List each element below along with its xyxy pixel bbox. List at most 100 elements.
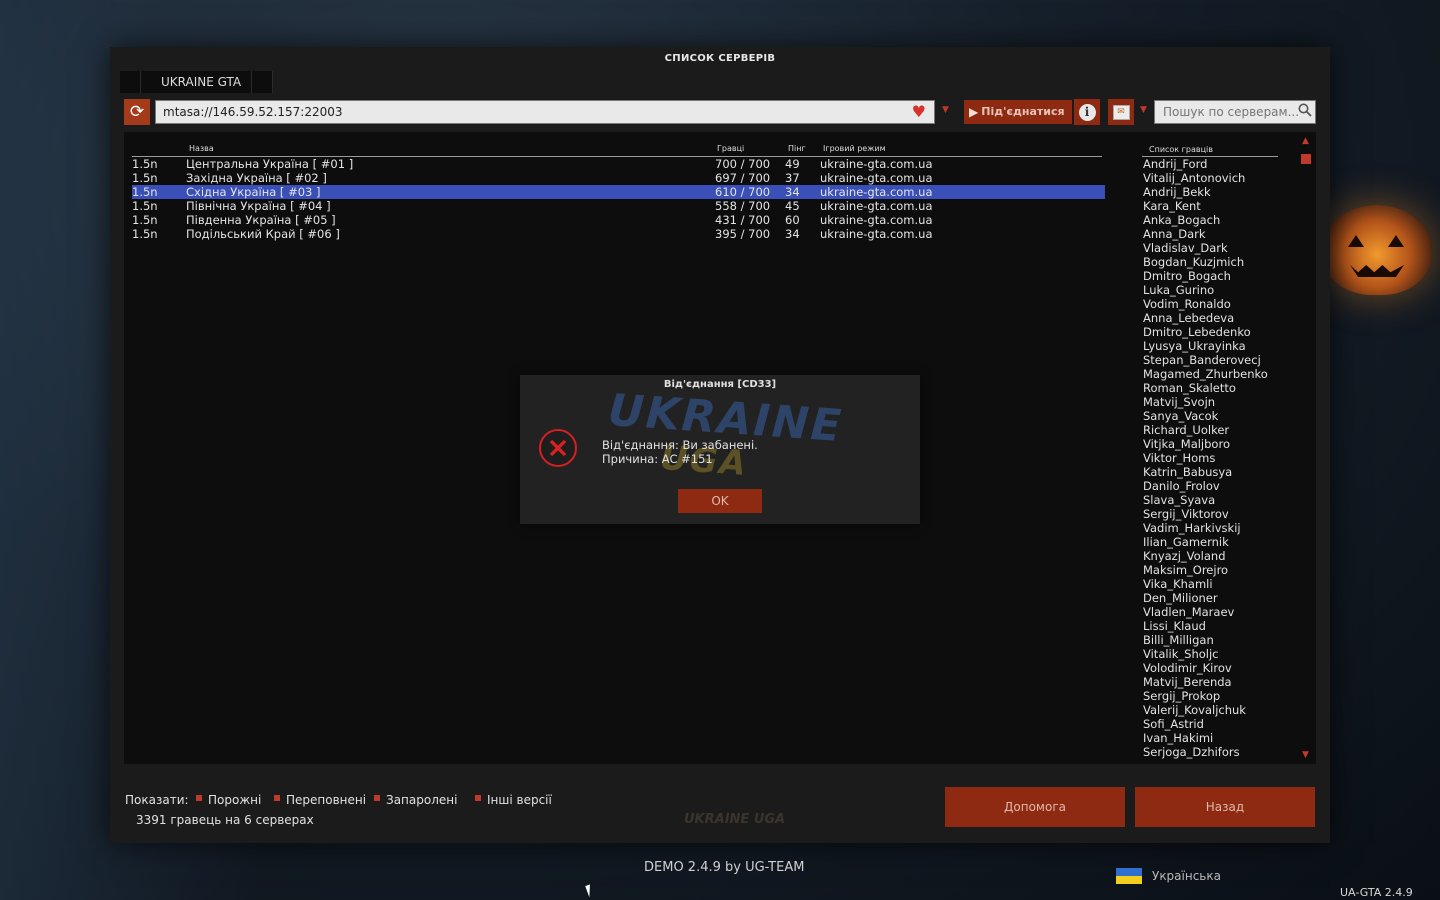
help-button[interactable]: Допомога	[945, 787, 1125, 827]
player-list-item[interactable]: Viktor_Homs	[1142, 451, 1278, 465]
column-header-players[interactable]: Гравці	[717, 144, 744, 153]
player-list-item[interactable]: Anna_Lebedeva	[1142, 311, 1278, 325]
back-button[interactable]: Назад	[1135, 787, 1315, 827]
server-name: Північна Україна [ #04 ]	[186, 199, 331, 213]
search-icon[interactable]	[1298, 103, 1312, 117]
player-list-item[interactable]: Magamed_Zhurbenko	[1142, 367, 1278, 381]
player-list-item[interactable]: Sofi_Astrid	[1142, 717, 1278, 731]
server-info-button[interactable]: i	[1074, 99, 1100, 125]
player-list-item[interactable]: Vladlen_Maraev	[1142, 605, 1278, 619]
player-list-item[interactable]: Ivan_Hakimi	[1142, 731, 1278, 745]
player-list-item[interactable]: Andrij_Ford	[1142, 157, 1278, 171]
error-icon	[539, 429, 577, 467]
player-list-item[interactable]: Volodimir_Kirov	[1142, 661, 1278, 675]
player-list-item[interactable]: Vadim_Harkivskij	[1142, 521, 1278, 535]
player-list-item[interactable]: Richard_Uolker	[1142, 423, 1278, 437]
filter-label: Порожні	[208, 793, 262, 807]
column-header-ping[interactable]: Пінг	[788, 144, 806, 153]
scroll-down-icon[interactable]: ▼	[1302, 750, 1309, 760]
server-row[interactable]: 1.5n Південна Україна [ #05 ] 431 / 700 …	[132, 213, 1105, 227]
server-row[interactable]: 1.5n Центральна Україна [ #01 ] 700 / 70…	[132, 157, 1105, 171]
player-list-item[interactable]: Vitjka_Maljboro	[1142, 437, 1278, 451]
server-version: 1.5n	[132, 213, 158, 227]
server-row[interactable]: 1.5n Західна Україна [ #02 ] 697 / 700 3…	[132, 171, 1105, 185]
player-list-item[interactable]: Slava_Syava	[1142, 493, 1278, 507]
server-rows: 1.5n Центральна Україна [ #01 ] 700 / 70…	[132, 157, 1105, 241]
server-row[interactable]: 1.5n Подільський Край [ #06 ] 395 / 700 …	[132, 227, 1105, 241]
player-list[interactable]: Andrij_Ford Vitalij_Antonovich Andrij_Bekk…	[1142, 157, 1278, 759]
player-list-item[interactable]: Anka_Bogach	[1142, 213, 1278, 227]
player-list-item[interactable]: Vitalij_Antonovich	[1142, 171, 1278, 185]
player-list-item[interactable]: Vladislav_Dark	[1142, 241, 1278, 255]
filter-empty[interactable]: Порожні	[196, 793, 261, 807]
player-list-item[interactable]: Knyazj_Voland	[1142, 549, 1278, 563]
ok-button[interactable]: OK	[678, 489, 762, 513]
scroll-thumb[interactable]	[1301, 154, 1311, 164]
player-list-scrollbar[interactable]: ▲ ▼	[1298, 132, 1316, 764]
player-list-item[interactable]: Danilo_Frolov	[1142, 479, 1278, 493]
player-list-item[interactable]: Maksim_Orejro	[1142, 563, 1278, 577]
filter-full[interactable]: Переповнені	[274, 793, 366, 807]
version-label: UA-GTA 2.4.9	[1340, 886, 1413, 899]
search-mode-dropdown-icon[interactable]: ▼	[1140, 105, 1147, 115]
language-selector[interactable]: Українська	[1116, 868, 1221, 884]
player-list-item[interactable]: Vika_Khamli	[1142, 577, 1278, 591]
player-list-item[interactable]: Andrij_Bekk	[1142, 185, 1278, 199]
server-gamemode: ukraine-gta.com.ua	[820, 171, 933, 185]
player-list-item[interactable]: Lissi_Klaud	[1142, 619, 1278, 633]
host-game-button[interactable]: ✉	[1108, 99, 1134, 125]
player-list-item[interactable]: Stepan_Banderovecj	[1142, 353, 1278, 367]
player-list-item[interactable]: Billi_Milligan	[1142, 633, 1278, 647]
connect-button[interactable]: ▶ Під'єднатися	[964, 100, 1072, 124]
player-list-item[interactable]: Matvij_Svojn	[1142, 395, 1278, 409]
server-ping: 37	[785, 171, 800, 185]
player-list-item[interactable]: Sanya_Vacok	[1142, 409, 1278, 423]
player-list-item[interactable]: Valerij_Kovaljchuk	[1142, 703, 1278, 717]
server-row[interactable]: 1.5n Північна Україна [ #04 ] 558 / 700 …	[132, 199, 1105, 213]
tab-ukraine-gta[interactable]: UKRAINE GTA	[141, 71, 253, 93]
filter-checkbox[interactable]	[475, 795, 481, 801]
server-row-selected[interactable]: 1.5n Східна Україна [ #03 ] 610 / 700 34…	[132, 185, 1105, 199]
scroll-up-icon[interactable]: ▲	[1302, 136, 1309, 146]
address-input[interactable]	[156, 101, 910, 123]
filter-locked[interactable]: Запаролені	[374, 793, 457, 807]
column-header-name[interactable]: Назва	[189, 144, 214, 153]
player-list-item[interactable]: Luka_Gurino	[1142, 283, 1278, 297]
tab-bar: UKRAINE GTA	[120, 71, 274, 93]
player-list-item[interactable]: Sergij_Viktorov	[1142, 507, 1278, 521]
column-header-gamemode[interactable]: Ігровий режим	[823, 144, 886, 153]
server-ping: 34	[785, 185, 800, 199]
player-list-item[interactable]: Kara_Kent	[1142, 199, 1278, 213]
server-players: 610 / 700	[715, 185, 771, 199]
filter-other-versions[interactable]: Інші версії	[475, 793, 552, 807]
player-list-item[interactable]: Ilian_Gamernik	[1142, 535, 1278, 549]
history-dropdown-icon[interactable]: ▼	[942, 105, 949, 115]
player-list-item[interactable]: Vitalik_Sholjc	[1142, 647, 1278, 661]
language-label: Українська	[1152, 869, 1221, 883]
player-list-item[interactable]: Anna_Dark	[1142, 227, 1278, 241]
player-list-item[interactable]: Dmitro_Bogach	[1142, 269, 1278, 283]
search-input[interactable]	[1155, 101, 1306, 123]
player-list-item[interactable]: Sergij_Prokop	[1142, 689, 1278, 703]
player-list-item[interactable]: Den_Milioner	[1142, 591, 1278, 605]
player-list-item[interactable]: Serjoga_Dzhifors	[1142, 745, 1278, 759]
filter-checkbox[interactable]	[196, 795, 202, 801]
player-list-item[interactable]: Matvij_Berenda	[1142, 675, 1278, 689]
player-list-item[interactable]: Katrin_Babusya	[1142, 465, 1278, 479]
player-list-item[interactable]: Bogdan_Kuzjmich	[1142, 255, 1278, 269]
player-list-item[interactable]: Lyusya_Ukrayinka	[1142, 339, 1278, 353]
dialog-message: Від'єднання: Ви забанені. Причина: AC #1…	[602, 438, 758, 466]
heart-icon[interactable]: ♥	[912, 103, 926, 121]
play-icon: ▶	[969, 105, 979, 119]
player-list-item[interactable]: Dmitro_Lebedenko	[1142, 325, 1278, 339]
refresh-button[interactable]: ⟳	[124, 99, 150, 125]
player-list-item[interactable]: Vodim_Ronaldo	[1142, 297, 1278, 311]
tab-spacer	[252, 71, 274, 93]
player-list-item[interactable]: Roman_Skaletto	[1142, 381, 1278, 395]
server-players: 700 / 700	[715, 157, 771, 171]
server-version: 1.5n	[132, 185, 158, 199]
server-players: 558 / 700	[715, 199, 771, 213]
filter-checkbox[interactable]	[374, 795, 380, 801]
server-browser-window: СПИСОК СЕРВЕРІВ UKRAINE GTA ⟳ ♥ ▼ ▶ Під'…	[110, 47, 1330, 843]
filter-checkbox[interactable]	[274, 795, 280, 801]
